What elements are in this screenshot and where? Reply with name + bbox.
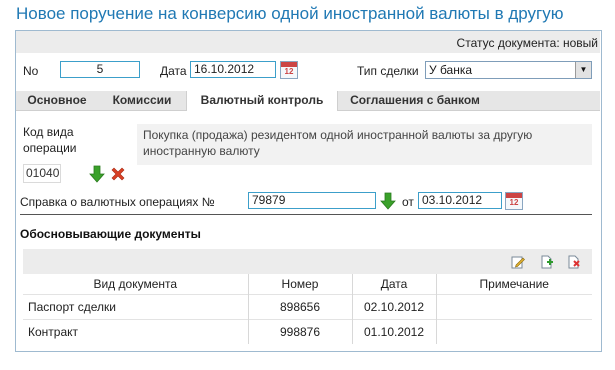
deal-type-value: У банка (429, 63, 473, 77)
delete-document-icon[interactable] (567, 255, 581, 269)
column-header-doc-type[interactable]: Вид документа (23, 274, 248, 295)
op-description: Покупка (продажа) резидентом одной иност… (137, 124, 592, 165)
tab-main[interactable]: Основное (16, 91, 98, 110)
number-input[interactable]: 5 (60, 61, 140, 78)
clear-icon[interactable] (110, 166, 126, 182)
date-input[interactable]: 16.10.2012 (190, 61, 276, 78)
cert-label: Справка о валютных операциях № (20, 195, 215, 209)
table-row[interactable]: Паспорт сделки 898656 02.10.2012 (23, 294, 592, 320)
doc-note-cell (435, 294, 592, 320)
cert-calendar-icon[interactable]: 12 (505, 192, 523, 210)
cert-number-input[interactable]: 79879 (248, 192, 376, 209)
calendar-day: 12 (284, 67, 294, 76)
op-code-label-2: операции (23, 141, 77, 155)
select-arrow-icon[interactable] (89, 165, 105, 183)
table-header: Вид документа Номер Дата Примечание (23, 274, 592, 295)
column-header-date[interactable]: Дата (351, 274, 436, 295)
column-header-number[interactable]: Номер (247, 274, 352, 295)
calendar-icon[interactable]: 12 (280, 61, 298, 79)
edit-icon[interactable] (511, 255, 525, 269)
doc-date-cell: 02.10.2012 (351, 294, 436, 320)
doc-type-cell: Паспорт сделки (23, 294, 248, 320)
column-header-note[interactable]: Примечание (435, 274, 592, 295)
doc-number-cell: 898656 (247, 294, 352, 320)
deal-type-label: Тип сделки (357, 64, 419, 78)
cert-date-input[interactable]: 03.10.2012 (418, 192, 502, 209)
documents-table: Вид документа Номер Дата Примечание Пасп… (23, 274, 592, 344)
cert-from-label: от (402, 195, 414, 209)
chevron-down-icon[interactable]: ▼ (575, 62, 591, 78)
table-row[interactable]: Контракт 998876 01.10.2012 (23, 319, 592, 344)
op-code-label: Код вида (23, 125, 74, 139)
op-code-field[interactable]: 01040 (23, 164, 61, 183)
page-title: Новое поручение на конверсию одной иност… (16, 4, 564, 23)
doc-number-cell: 998876 (247, 319, 352, 344)
divider (20, 214, 592, 215)
doc-date-cell: 01.10.2012 (351, 319, 436, 344)
select-certificate-icon[interactable] (380, 192, 396, 210)
section-title: Обосновывающие документы (20, 227, 201, 241)
doc-type-cell: Контракт (23, 319, 248, 344)
date-label: Дата (160, 64, 187, 78)
tab-bank-agreements[interactable]: Соглашения с банком (340, 91, 490, 110)
grid-toolbar (23, 249, 592, 274)
tab-currency-control[interactable]: Валютный контроль (186, 91, 338, 111)
cert-calendar-day: 12 (509, 198, 519, 207)
add-document-icon[interactable] (540, 255, 554, 269)
number-label: No (23, 64, 39, 78)
doc-note-cell (435, 319, 592, 344)
document-status: Статус документа: новый (456, 36, 598, 50)
tab-commissions[interactable]: Комиссии (102, 91, 182, 110)
deal-type-select[interactable]: У банка ▼ (425, 61, 592, 79)
